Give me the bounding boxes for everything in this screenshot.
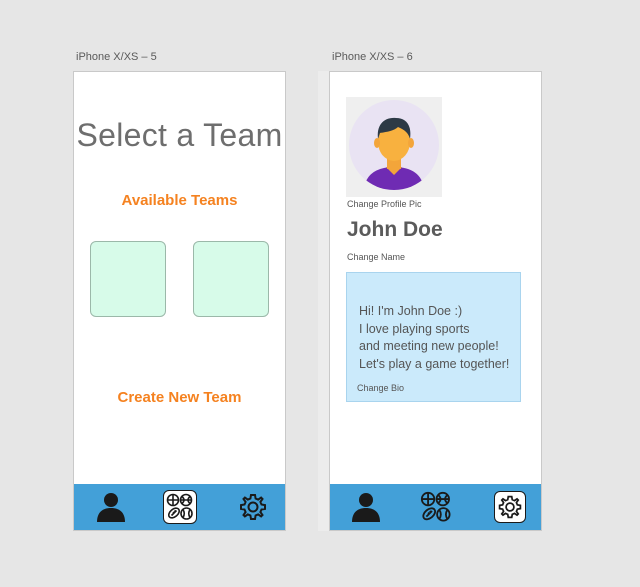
profile-pic[interactable] — [346, 97, 442, 197]
change-bio-link[interactable]: Change Bio — [357, 383, 404, 393]
team-slot-2[interactable] — [193, 241, 269, 317]
person-icon — [97, 493, 125, 522]
tab-settings[interactable] — [236, 490, 270, 524]
select-team-screen: Select a Team Available Teams Create New… — [73, 71, 286, 531]
team-slot-1[interactable] — [90, 241, 166, 317]
tab-settings[interactable] — [494, 491, 526, 523]
tab-bar — [74, 484, 285, 530]
bio-box: Hi! I'm John Doe :) I love playing sport… — [346, 272, 521, 402]
bio-line: Hi! I'm John Doe :) — [359, 304, 463, 318]
available-teams-link[interactable]: Available Teams — [74, 192, 285, 209]
artboard-label-5: iPhone X/XS – 5 — [76, 51, 157, 63]
tab-profile[interactable] — [349, 490, 383, 524]
page-title: Select a Team — [76, 117, 283, 153]
change-profile-pic-link[interactable]: Change Profile Pic — [347, 199, 422, 209]
sports-balls-icon — [166, 493, 193, 520]
sports-balls-icon — [420, 491, 451, 522]
artboard-shadow — [318, 71, 329, 531]
profile-name: John Doe — [347, 218, 443, 241]
avatar — [349, 100, 439, 190]
gear-icon — [240, 494, 266, 520]
artboard-label-6: iPhone X/XS – 6 — [332, 51, 413, 63]
person-icon — [352, 493, 380, 522]
gear-icon — [498, 495, 522, 519]
bio-line: I love playing sports — [359, 322, 470, 336]
tab-teams[interactable] — [163, 490, 197, 524]
profile-screen: Change Profile Pic John Doe Change Name … — [329, 71, 542, 531]
bio-line: and meeting new people! — [359, 339, 499, 353]
bio-line: Let's play a game together! — [359, 357, 510, 371]
tab-teams[interactable] — [419, 490, 453, 524]
tab-profile[interactable] — [94, 490, 128, 524]
create-new-team-button[interactable]: Create New Team — [74, 389, 285, 406]
change-name-link[interactable]: Change Name — [347, 252, 405, 262]
tab-bar — [330, 484, 541, 530]
